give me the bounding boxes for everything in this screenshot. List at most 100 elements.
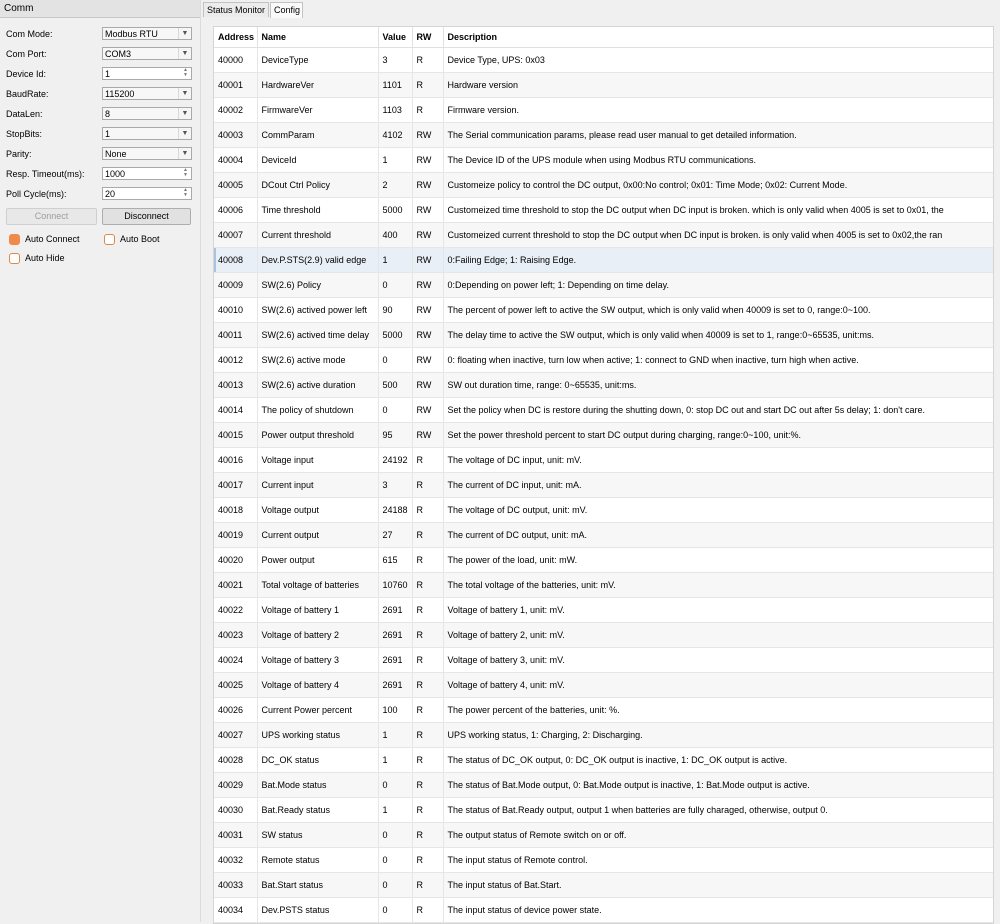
cell-address[interactable]: 40018 xyxy=(214,497,258,523)
cell-rw[interactable]: R xyxy=(412,547,444,573)
cell-rw[interactable]: R xyxy=(412,647,444,673)
cell-name[interactable]: FirmwareVer xyxy=(257,97,379,123)
cell-description[interactable]: The input status of device power state. xyxy=(443,897,993,923)
table-row[interactable]: 40013 SW(2.6) active duration 500 RW SW out … xyxy=(214,372,993,398)
cell-address[interactable]: 40017 xyxy=(214,472,258,498)
cell-rw[interactable]: R xyxy=(412,497,444,523)
cell-address[interactable]: 40020 xyxy=(214,547,258,573)
cell-description[interactable]: The voltage of DC output, unit: mV. xyxy=(443,497,993,523)
table-row[interactable]: 40009 SW(2.6) Policy 0 RW 0:Depending on pow… xyxy=(214,272,993,298)
column-header-value[interactable]: Value xyxy=(378,27,413,48)
cell-name[interactable]: Time threshold xyxy=(257,197,379,223)
table-row[interactable]: 40032 Remote status 0 R The input status of … xyxy=(214,847,993,873)
cell-value[interactable]: 500 xyxy=(378,372,413,398)
cell-description[interactable]: Customeized current threshold to stop th… xyxy=(443,222,993,248)
table-row[interactable]: 40027 UPS working status 1 R UPS working sta… xyxy=(214,722,993,748)
cell-address[interactable]: 40015 xyxy=(214,422,258,448)
cell-value[interactable]: 0 xyxy=(378,872,413,898)
cell-address[interactable]: 40004 xyxy=(214,147,258,173)
cell-address[interactable]: 40016 xyxy=(214,447,258,473)
cell-value[interactable]: 0 xyxy=(378,347,413,373)
cell-name[interactable]: Bat.Start status xyxy=(257,872,379,898)
cell-name[interactable]: SW(2.6) actived power left xyxy=(257,297,379,323)
cell-description[interactable]: Set the policy when DC is restore during… xyxy=(443,397,993,423)
table-row[interactable]: 40003 CommParam 4102 RW The Serial communica… xyxy=(214,122,993,148)
chevron-down-icon[interactable]: ▼ xyxy=(178,28,191,39)
column-header-description[interactable]: Description xyxy=(443,27,993,48)
table-row[interactable]: 40028 DC_OK status 1 R The status of DC_OK o… xyxy=(214,747,993,773)
cell-rw[interactable]: R xyxy=(412,847,444,873)
cell-name[interactable]: SW(2.6) actived time delay xyxy=(257,322,379,348)
table-row[interactable]: 40014 The policy of shutdown 0 RW Set the po… xyxy=(214,397,993,423)
cell-rw[interactable]: R xyxy=(412,47,444,73)
cell-name[interactable]: DC_OK status xyxy=(257,747,379,773)
table-row[interactable]: 40004 DeviceId 1 RW The Device ID of the UPS… xyxy=(214,147,993,173)
cell-rw[interactable]: R xyxy=(412,747,444,773)
cell-rw[interactable]: RW xyxy=(412,172,444,198)
cell-rw[interactable]: RW xyxy=(412,297,444,323)
cell-description[interactable]: The total voltage of the batteries, unit… xyxy=(443,572,993,598)
cell-rw[interactable]: R xyxy=(412,872,444,898)
dropdown[interactable]: COM3 ▼ xyxy=(102,47,192,60)
table-row[interactable]: 40025 Voltage of battery 4 2691 R Voltage of… xyxy=(214,672,993,698)
cell-name[interactable]: Dev.P.STS(2.9) valid edge xyxy=(257,247,379,273)
cell-name[interactable]: Current input xyxy=(257,472,379,498)
cell-value[interactable]: 3 xyxy=(378,472,413,498)
table-row[interactable]: 40026 Current Power percent 100 R The power … xyxy=(214,697,993,723)
cell-rw[interactable]: RW xyxy=(412,347,444,373)
cell-description[interactable]: The current of DC output, unit: mA. xyxy=(443,522,993,548)
cell-name[interactable]: Dev.PSTS status xyxy=(257,897,379,923)
cell-description[interactable]: The current of DC input, unit: mA. xyxy=(443,472,993,498)
chevron-down-icon[interactable]: ▼ xyxy=(178,128,191,139)
cell-name[interactable]: Voltage input xyxy=(257,447,379,473)
table-row[interactable]: 40005 DCout Ctrl Policy 2 RW Customeize poli… xyxy=(214,172,993,198)
cell-description[interactable]: The power percent of the batteries, unit… xyxy=(443,697,993,723)
cell-description[interactable]: The power of the load, unit: mW. xyxy=(443,547,993,573)
cell-address[interactable]: 40013 xyxy=(214,372,258,398)
tab-status-monitor[interactable]: Status Monitor xyxy=(203,2,269,17)
cell-value[interactable]: 2691 xyxy=(378,672,413,698)
cell-value[interactable]: 3 xyxy=(378,47,413,73)
cell-rw[interactable]: R xyxy=(412,622,444,648)
table-row[interactable]: 40018 Voltage output 24188 R The voltage of … xyxy=(214,497,993,523)
cell-description[interactable]: Voltage of battery 2, unit: mV. xyxy=(443,622,993,648)
cell-address[interactable]: 40027 xyxy=(214,722,258,748)
cell-name[interactable]: Bat.Ready status xyxy=(257,797,379,823)
cell-address[interactable]: 40030 xyxy=(214,797,258,823)
cell-address[interactable]: 40009 xyxy=(214,272,258,298)
cell-value[interactable]: 2691 xyxy=(378,622,413,648)
cell-value[interactable]: 100 xyxy=(378,697,413,723)
table-row[interactable]: 40011 SW(2.6) actived time delay 5000 RW The… xyxy=(214,322,993,348)
cell-address[interactable]: 40005 xyxy=(214,172,258,198)
table-row[interactable]: 40024 Voltage of battery 3 2691 R Voltage of… xyxy=(214,647,993,673)
cell-name[interactable]: Total voltage of batteries xyxy=(257,572,379,598)
dropdown[interactable]: 1 ▼ xyxy=(102,127,192,140)
cell-name[interactable]: UPS working status xyxy=(257,722,379,748)
cell-value[interactable]: 27 xyxy=(378,522,413,548)
cell-description[interactable]: The status of Bat.Ready output, output 1… xyxy=(443,797,993,823)
cell-description[interactable]: The Device ID of the UPS module when usi… xyxy=(443,147,993,173)
cell-name[interactable]: SW status xyxy=(257,822,379,848)
table-row[interactable]: 40001 HardwareVer 1101 R Hardware version xyxy=(214,72,993,98)
cell-description[interactable]: SW out duration time, range: 0~65535, un… xyxy=(443,372,993,398)
cell-value[interactable]: 2691 xyxy=(378,597,413,623)
cell-address[interactable]: 40034 xyxy=(214,897,258,923)
cell-name[interactable]: SW(2.6) active mode xyxy=(257,347,379,373)
table-row[interactable]: 40017 Current input 3 R The current of DC in… xyxy=(214,472,993,498)
cell-value[interactable]: 90 xyxy=(378,297,413,323)
cell-name[interactable]: Voltage of battery 4 xyxy=(257,672,379,698)
cell-description[interactable]: Set the power threshold percent to start… xyxy=(443,422,993,448)
cell-value[interactable]: 1101 xyxy=(378,72,413,98)
cell-name[interactable]: Current output xyxy=(257,522,379,548)
cell-address[interactable]: 40021 xyxy=(214,572,258,598)
cell-rw[interactable]: RW xyxy=(412,122,444,148)
cell-rw[interactable]: RW xyxy=(412,197,444,223)
cell-rw[interactable]: R xyxy=(412,697,444,723)
cell-name[interactable]: Bat.Mode status xyxy=(257,772,379,798)
cell-value[interactable]: 2691 xyxy=(378,647,413,673)
cell-description[interactable]: Customeize policy to control the DC outp… xyxy=(443,172,993,198)
cell-rw[interactable]: RW xyxy=(412,372,444,398)
cell-value[interactable]: 2 xyxy=(378,172,413,198)
cell-rw[interactable]: RW xyxy=(412,147,444,173)
cell-value[interactable]: 0 xyxy=(378,897,413,923)
